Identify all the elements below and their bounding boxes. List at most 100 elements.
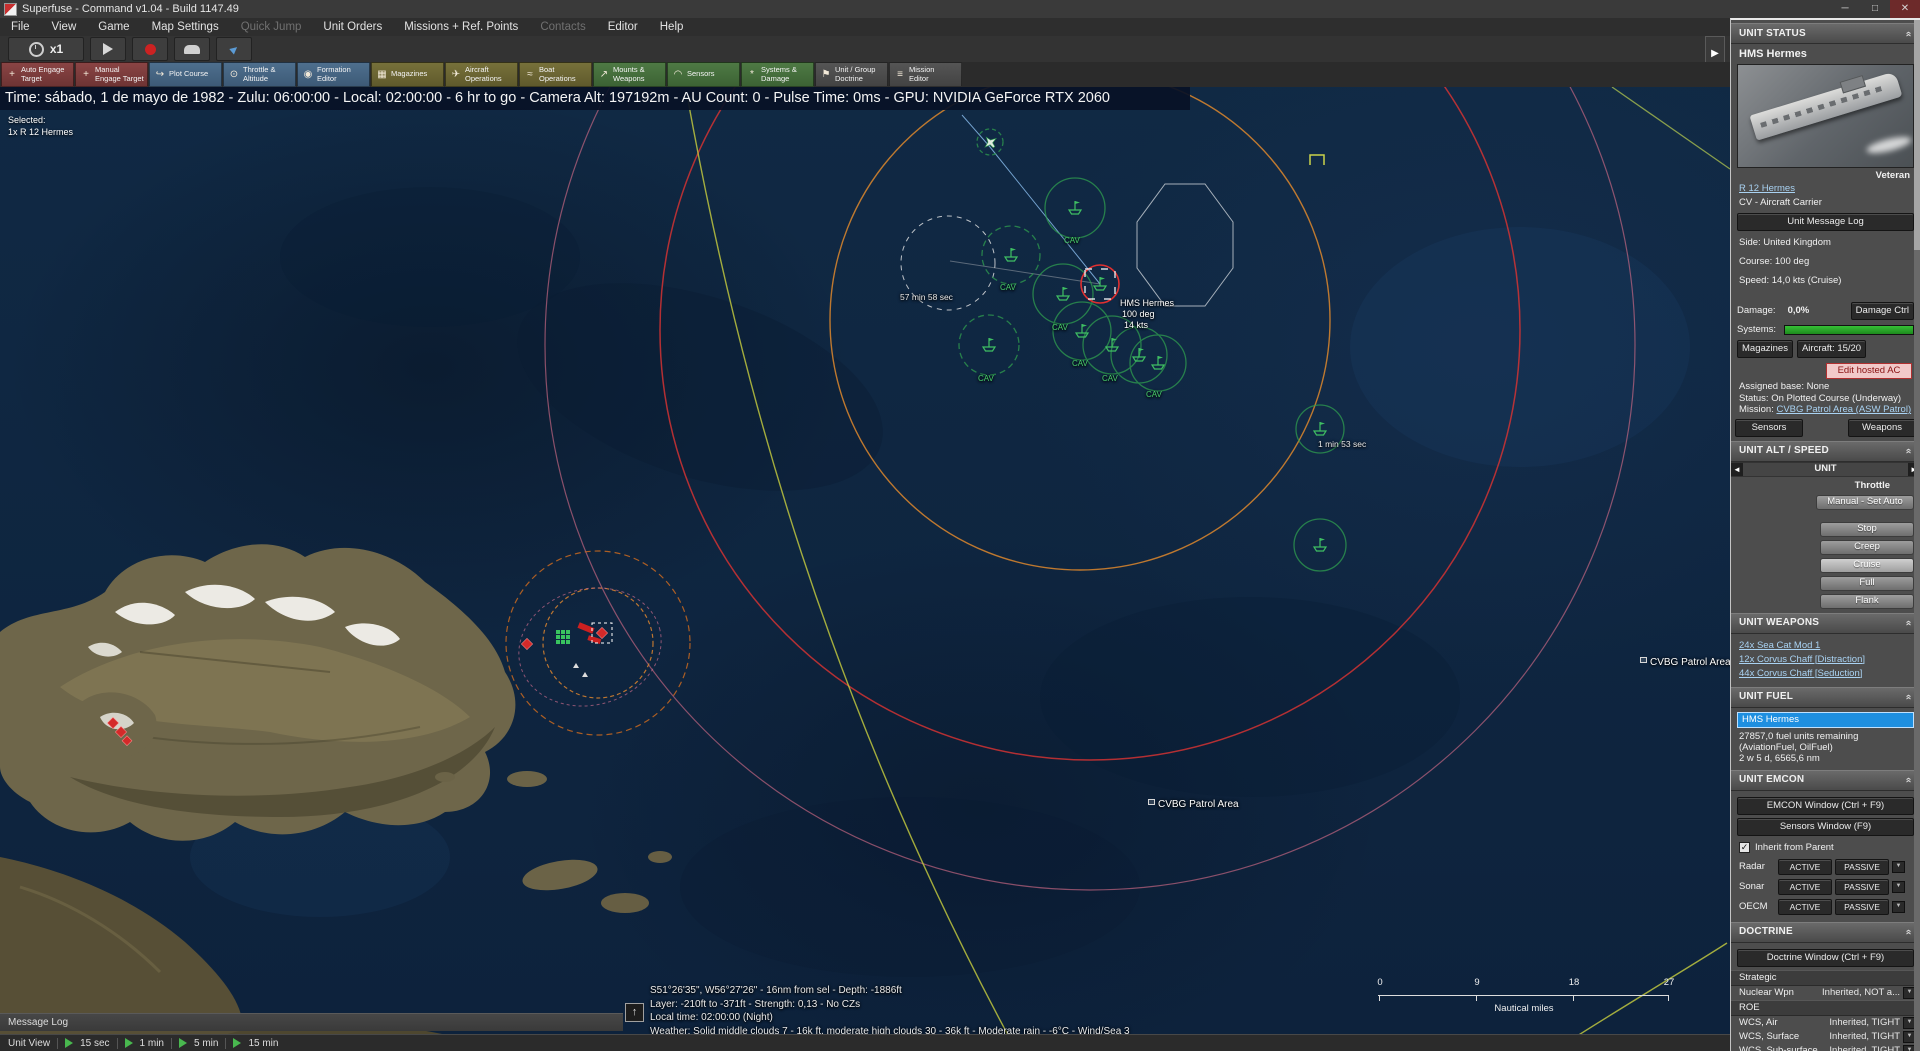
unit-view-label[interactable]: Unit View xyxy=(8,1038,50,1049)
unit-db-link[interactable]: R 12 Hermes xyxy=(1739,183,1795,194)
nuclear-value[interactable]: Inherited, NOT a... xyxy=(1822,987,1900,999)
menu-editor[interactable]: Editor xyxy=(597,18,649,36)
unit-weapons-header[interactable]: UNIT WEAPONS» xyxy=(1731,613,1920,634)
maximize-button[interactable]: □ xyxy=(1860,0,1890,18)
throttle-full-button[interactable]: Full xyxy=(1820,576,1914,591)
hermes-map-label-course: 100 deg xyxy=(1122,309,1155,319)
wcs-subsurface-value[interactable]: Inherited, TIGHT xyxy=(1829,1045,1900,1051)
throttle-stop-button[interactable]: Stop xyxy=(1820,522,1914,537)
step-5min[interactable]: 5 min xyxy=(194,1038,218,1049)
doctrine-header[interactable]: DOCTRINE» xyxy=(1731,922,1920,943)
mission-link[interactable]: CVBG Patrol Area (ASW Patrol) xyxy=(1776,404,1911,415)
close-button[interactable]: ✕ xyxy=(1890,0,1920,18)
unit-message-log-button[interactable]: Unit Message Log xyxy=(1737,213,1914,231)
unit-alt-speed-header[interactable]: UNIT ALT / SPEED» xyxy=(1731,441,1920,462)
tab-sensors[interactable]: Sensors xyxy=(1735,419,1803,437)
throttle-creep-button[interactable]: Creep xyxy=(1820,540,1914,555)
radar-passive-button[interactable]: PASSIVE xyxy=(1835,859,1889,875)
oecm-active-button[interactable]: ACTIVE xyxy=(1778,899,1832,915)
auto-engage-target-button[interactable]: +Auto EngageTarget xyxy=(1,62,74,87)
play-1min-icon[interactable] xyxy=(125,1038,133,1048)
play-5min-icon[interactable] xyxy=(179,1038,187,1048)
menu-view[interactable]: View xyxy=(41,18,88,36)
checkbox-checked-icon[interactable]: ✓ xyxy=(1739,842,1750,853)
menu-file[interactable]: File xyxy=(0,18,41,36)
damage-ctrl-button[interactable]: Damage Ctrl xyxy=(1851,302,1914,320)
sidebar-scrollbar[interactable] xyxy=(1914,20,1920,1051)
message-log-bar[interactable]: Message Log xyxy=(0,1013,623,1031)
landmass-falklands xyxy=(0,544,672,1050)
sensors-button[interactable]: ◠Sensors xyxy=(667,62,740,87)
inherit-from-parent-row[interactable]: ✓ Inherit from Parent xyxy=(1731,839,1920,857)
weapon-link-seacat[interactable]: 24x Sea Cat Mod 1 xyxy=(1731,639,1920,653)
edit-hosted-ac-button[interactable]: Edit hosted AC xyxy=(1826,363,1912,379)
menu-help[interactable]: Help xyxy=(649,18,695,36)
menu-missions-ref-points[interactable]: Missions + Ref. Points xyxy=(393,18,529,36)
fuel-selected-unit[interactable]: HMS Hermes xyxy=(1737,712,1914,728)
record-button[interactable] xyxy=(132,37,168,61)
unit-course: Course: 100 deg xyxy=(1731,250,1920,269)
cav-label: CAV xyxy=(978,374,994,383)
systems-damage-button[interactable]: *Systems &Damage xyxy=(741,62,814,87)
jump-button[interactable]: ► xyxy=(216,37,252,61)
dropdown-arrow-icon[interactable]: ▼ xyxy=(1892,881,1905,893)
map-scale-bar: 0 9 18 27 Nautical miles xyxy=(1378,977,1670,1017)
cav-label: CAV xyxy=(1000,283,1016,292)
formation-editor-button[interactable]: ◉FormationEditor xyxy=(297,62,370,87)
wcs-air-value[interactable]: Inherited, TIGHT xyxy=(1829,1017,1900,1029)
pin-status-button[interactable]: ↑ xyxy=(625,1003,644,1022)
tab-weapons[interactable]: Weapons xyxy=(1848,419,1916,437)
throttle-flank-button[interactable]: Flank xyxy=(1820,594,1914,609)
weapon-link-chaff-distraction[interactable]: 12x Corvus Chaff [Distraction] xyxy=(1731,653,1920,667)
throttle-manual-auto-button[interactable]: Manual - Set Auto xyxy=(1816,495,1914,510)
sensors-window-button[interactable]: Sensors Window (F9) xyxy=(1737,818,1914,836)
selected-unit-hermes[interactable] xyxy=(1081,265,1119,303)
throttle-altitude-button[interactable]: ⊙Throttle &Altitude xyxy=(223,62,296,87)
wcs-surface-value[interactable]: Inherited, TIGHT xyxy=(1829,1031,1900,1043)
map-viewport[interactable]: Time: sábado, 1 de mayo de 1982 - Zulu: … xyxy=(0,87,1730,1051)
step-15min[interactable]: 15 min xyxy=(248,1038,278,1049)
friendly-aircraft-icon[interactable] xyxy=(981,133,1000,151)
dropdown-arrow-icon[interactable]: ▼ xyxy=(1892,861,1905,873)
play-15sec-icon[interactable] xyxy=(65,1038,73,1048)
boat-operations-button[interactable]: ≈BoatOperations xyxy=(519,62,592,87)
unknown-contact-icon[interactable] xyxy=(1310,155,1324,165)
dropdown-arrow-icon[interactable]: ▼ xyxy=(1892,901,1905,913)
play-button[interactable] xyxy=(90,37,126,61)
unit-status-header[interactable]: UNIT STATUS» xyxy=(1731,23,1920,44)
fleet-sensor-rings xyxy=(959,129,1346,571)
unit-group-doctrine-button[interactable]: ⚑Unit / GroupDoctrine xyxy=(815,62,888,87)
sonar-passive-button[interactable]: PASSIVE xyxy=(1835,879,1889,895)
escort-ship-icons[interactable] xyxy=(983,201,1326,551)
doctrine-window-button[interactable]: Doctrine Window (Ctrl + F9) xyxy=(1737,949,1914,967)
radar-active-button[interactable]: ACTIVE xyxy=(1778,859,1832,875)
magazines-button[interactable]: ▦Magazines xyxy=(371,62,444,87)
emcon-window-button[interactable]: EMCON Window (Ctrl + F9) xyxy=(1737,797,1914,815)
aircraft-count-button[interactable]: Aircraft: 15/20 xyxy=(1797,340,1866,358)
wcs-surface-row: WCS, Surface Inherited, TIGHT ▼ xyxy=(1731,1030,1920,1044)
menu-game[interactable]: Game xyxy=(87,18,140,36)
play-15min-icon[interactable] xyxy=(233,1038,241,1048)
menu-bar: File View Game Map Settings Quick Jump U… xyxy=(0,18,1730,36)
sonar-active-button[interactable]: ACTIVE xyxy=(1778,879,1832,895)
time-compression-control[interactable]: x1 xyxy=(8,37,84,61)
oecm-passive-button[interactable]: PASSIVE xyxy=(1835,899,1889,915)
throttle-cruise-button[interactable]: Cruise xyxy=(1820,558,1914,573)
menu-map-settings[interactable]: Map Settings xyxy=(141,18,230,36)
mission-editor-button[interactable]: ≡MissionEditor xyxy=(889,62,962,87)
step-1min[interactable]: 1 min xyxy=(140,1038,164,1049)
chevron-right-icon: ▶ xyxy=(1711,48,1719,59)
weapon-link-chaff-seduction[interactable]: 44x Corvus Chaff [Seduction] xyxy=(1731,667,1920,681)
unit-fuel-header[interactable]: UNIT FUEL» xyxy=(1731,687,1920,708)
magazines-panel-button[interactable]: Magazines xyxy=(1737,340,1793,358)
aircraft-operations-button[interactable]: ✈AircraftOperations xyxy=(445,62,518,87)
recorder-button[interactable] xyxy=(174,37,210,61)
menu-unit-orders[interactable]: Unit Orders xyxy=(312,18,393,36)
plot-course-button[interactable]: ↪Plot Course xyxy=(149,62,222,87)
step-15sec[interactable]: 15 sec xyxy=(80,1038,109,1049)
minimize-button[interactable]: ─ xyxy=(1830,0,1860,18)
unit-emcon-header[interactable]: UNIT EMCON» xyxy=(1731,770,1920,791)
manual-engage-target-button[interactable]: +ManualEngage Target xyxy=(75,62,148,87)
prev-unit-button[interactable]: ◄ xyxy=(1731,463,1743,476)
mounts-weapons-button[interactable]: ↗Mounts &Weapons xyxy=(593,62,666,87)
